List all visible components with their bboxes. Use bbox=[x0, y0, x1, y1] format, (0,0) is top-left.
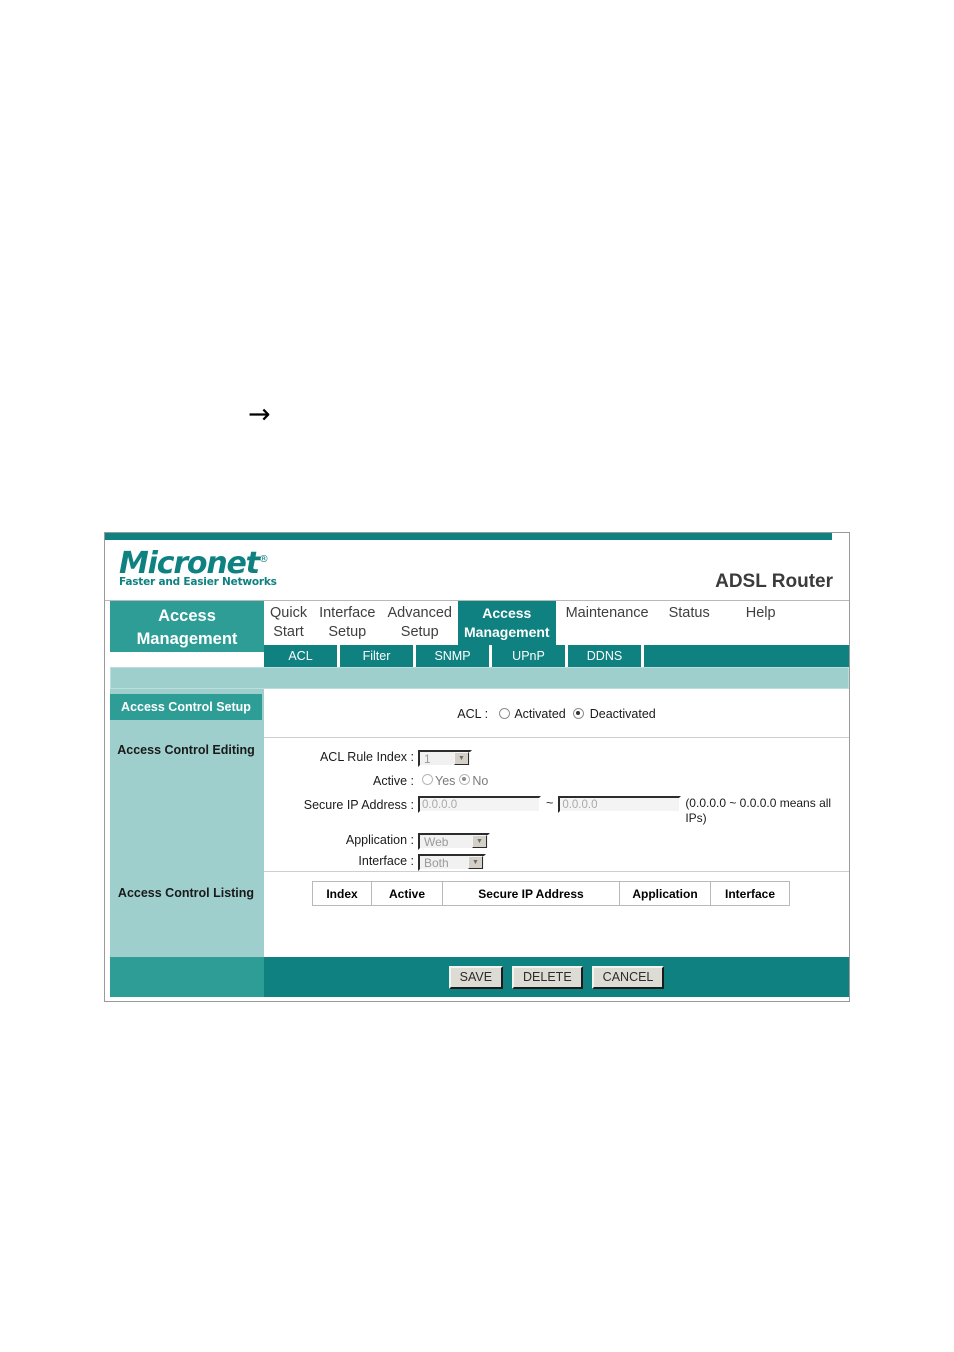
router-admin-window: Micronet® Faster and Easier Networks ADS… bbox=[104, 532, 850, 1002]
column-header-interface: Interface bbox=[710, 881, 790, 906]
footer-action-bar: SAVE DELETE CANCEL bbox=[264, 957, 849, 997]
footer-sidebar-area bbox=[110, 957, 264, 997]
sidebar-item-access-control-editing[interactable]: Access Control Editing bbox=[110, 743, 262, 757]
chevron-down-icon: ▼ bbox=[454, 752, 469, 765]
active-row: Active : Yes No bbox=[264, 774, 488, 788]
sidebar-item-access-control-listing[interactable]: Access Control Listing bbox=[110, 886, 262, 900]
secure-ip-row: Secure IP Address : 0.0.0.0 ~ 0.0.0.0 (0… bbox=[264, 796, 855, 826]
interface-label: Interface : bbox=[358, 854, 414, 868]
active-yes-radio[interactable] bbox=[422, 774, 433, 785]
secure-ip-start-value: 0.0.0.0 bbox=[418, 796, 541, 813]
nav-item-access-management[interactable]: Access Management bbox=[458, 601, 556, 645]
interface-value: Both bbox=[424, 855, 449, 870]
application-value: Web bbox=[424, 834, 449, 849]
interface-row: Interface : Both ▼ bbox=[264, 854, 486, 871]
nav-item-quick-start[interactable]: Quick Start bbox=[264, 601, 313, 645]
active-label: Active : bbox=[373, 774, 414, 788]
active-no-radio[interactable] bbox=[459, 774, 471, 785]
window-header: Micronet® Faster and Easier Networks ADS… bbox=[105, 540, 849, 601]
nav-item-advanced-setup[interactable]: Advanced Setup bbox=[382, 601, 459, 645]
logo-tagline: Faster and Easier Networks bbox=[119, 576, 277, 588]
acl-deactivated-radio[interactable] bbox=[573, 708, 585, 719]
active-no-label: No bbox=[472, 774, 489, 788]
logo-wordmark: Micronet® bbox=[119, 543, 277, 580]
nav-item-status[interactable]: Status bbox=[659, 601, 720, 645]
secure-ip-hint: (0.0.0.0 ~ 0.0.0.0 means all IPs) bbox=[685, 796, 832, 825]
rule-index-label: ACL Rule Index : bbox=[319, 750, 414, 764]
rule-index-select[interactable]: 1 ▼ bbox=[418, 750, 472, 767]
delete-button[interactable]: DELETE bbox=[512, 965, 583, 989]
acl-setup-section: ACL : Activated Deactivated bbox=[264, 689, 849, 738]
secure-ip-start-input[interactable]: 0.0.0.0 bbox=[418, 796, 541, 813]
sidebar-section-title: Access Management bbox=[110, 601, 264, 652]
sidebar-panel: Access Control Setup Access Control Edit… bbox=[110, 689, 264, 957]
acl-deactivated-label: Deactivated bbox=[589, 707, 656, 721]
document-page: → Micronet® Faster and Easier Networks A… bbox=[0, 0, 954, 1352]
acl-listing-table: Index Active Secure IP Address Applicati… bbox=[312, 881, 790, 906]
nav-item-interface-setup[interactable]: Interface Setup bbox=[313, 601, 381, 645]
application-label: Application : bbox=[345, 833, 414, 847]
subnav-item-filter[interactable]: Filter bbox=[340, 645, 416, 667]
application-select[interactable]: Web ▼ bbox=[418, 833, 490, 850]
subnav-item-ddns[interactable]: DDNS bbox=[568, 645, 644, 667]
table-header-row: Index Active Secure IP Address Applicati… bbox=[312, 881, 790, 906]
column-header-index: Index bbox=[312, 881, 372, 906]
subnav-item-upnp[interactable]: UPnP bbox=[492, 645, 568, 667]
interface-select[interactable]: Both ▼ bbox=[418, 854, 486, 871]
rule-index-value: 1 bbox=[424, 751, 431, 766]
cancel-button[interactable]: CANCEL bbox=[591, 965, 665, 989]
acl-toggle-row: ACL : Activated Deactivated bbox=[264, 707, 849, 721]
acl-activated-radio[interactable] bbox=[498, 708, 510, 719]
application-row: Application : Web ▼ bbox=[264, 833, 490, 850]
sidebar-item-access-control-setup[interactable]: Access Control Setup bbox=[110, 694, 262, 720]
save-button[interactable]: SAVE bbox=[448, 965, 504, 989]
registered-mark-icon: ® bbox=[258, 554, 269, 565]
range-separator: ~ bbox=[546, 796, 554, 810]
device-title: ADSL Router bbox=[715, 571, 833, 592]
subnav-item-acl[interactable]: ACL bbox=[264, 645, 340, 667]
accent-band bbox=[110, 667, 849, 689]
acl-label: ACL : bbox=[457, 707, 489, 721]
active-yes-label: Yes bbox=[435, 774, 456, 788]
main-content-panel: ACL : Activated Deactivated ACL Rule Ind… bbox=[264, 689, 849, 957]
acl-editing-section: ACL Rule Index : 1 ▼ Active : Yes No Sec… bbox=[264, 738, 849, 872]
sub-nav-row: ACL Filter SNMP UPnP DDNS bbox=[264, 645, 849, 667]
nav-item-help[interactable]: Help bbox=[720, 601, 786, 645]
acl-activated-label: Activated bbox=[514, 707, 566, 721]
chevron-down-icon: ▼ bbox=[472, 835, 487, 848]
rule-index-row: ACL Rule Index : 1 ▼ bbox=[264, 750, 472, 767]
main-nav-row: Access Management Quick Start Interface … bbox=[105, 601, 849, 652]
nav-item-maintenance[interactable]: Maintenance bbox=[556, 601, 659, 645]
subnav-item-snmp[interactable]: SNMP bbox=[416, 645, 492, 667]
secure-ip-label: Secure IP Address : bbox=[303, 798, 414, 812]
brand-logo: Micronet® Faster and Easier Networks bbox=[119, 543, 277, 588]
arrow-right-icon: → bbox=[248, 399, 271, 430]
column-header-active: Active bbox=[371, 881, 443, 906]
top-accent-strip bbox=[105, 533, 832, 540]
footer-buttons: SAVE DELETE CANCEL bbox=[264, 957, 849, 997]
main-nav-items: Quick Start Interface Setup Advanced Set… bbox=[264, 601, 786, 645]
column-header-application: Application bbox=[619, 881, 711, 906]
acl-listing-section: Index Active Secure IP Address Applicati… bbox=[264, 872, 849, 922]
column-header-secure-ip-address: Secure IP Address bbox=[442, 881, 620, 906]
chevron-down-icon: ▼ bbox=[468, 856, 483, 869]
secure-ip-end-value: 0.0.0.0 bbox=[558, 796, 682, 813]
secure-ip-end-input[interactable]: 0.0.0.0 bbox=[558, 796, 682, 813]
